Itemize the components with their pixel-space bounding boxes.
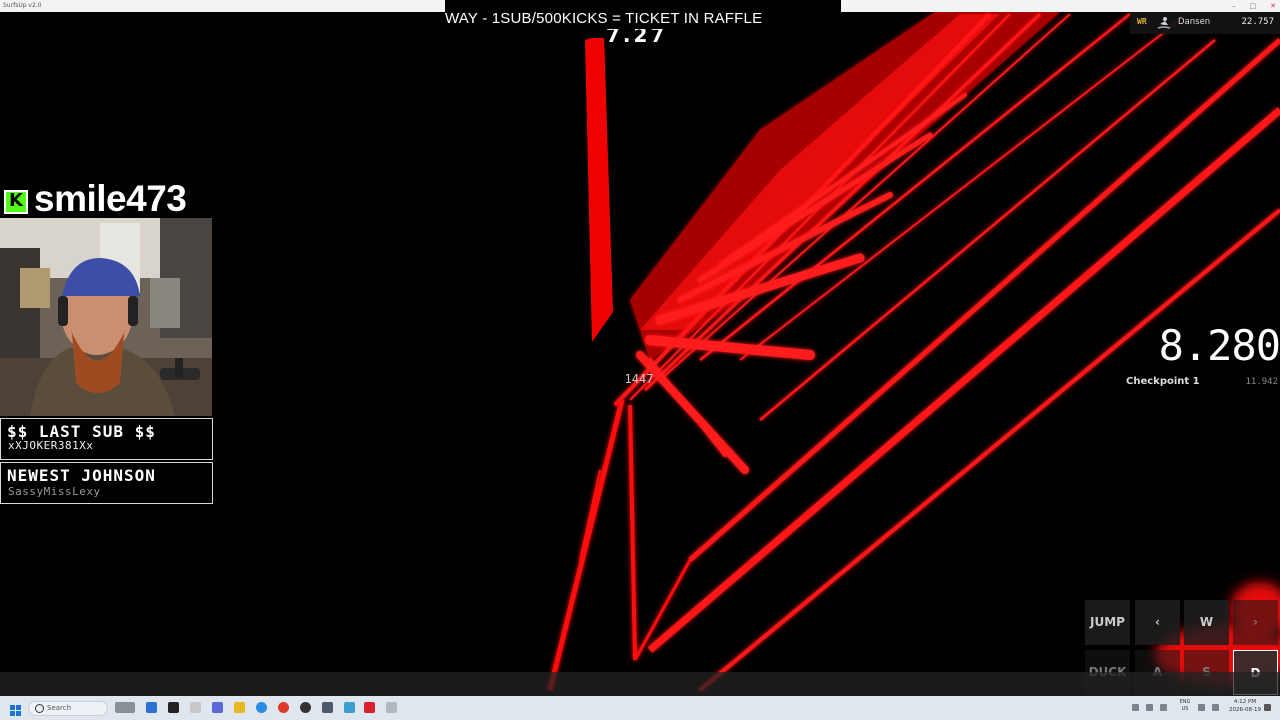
app-icon-5[interactable]: [344, 702, 355, 713]
maximize-icon[interactable]: □: [1250, 2, 1257, 10]
weather-icon[interactable]: [115, 702, 135, 713]
top-timer: 7.27: [606, 29, 676, 43]
webcam-feed: [0, 218, 212, 416]
search-icon: [35, 704, 44, 713]
checkpoint-label: Checkpoint 1: [1126, 376, 1200, 387]
file-explorer-icon[interactable]: [234, 702, 245, 713]
surfer-icon: [1157, 17, 1171, 29]
taskbar-clock[interactable]: 4:12 PM 2026-08-19: [1228, 698, 1262, 714]
key-jump: JUMP: [1085, 600, 1130, 645]
wr-player: Dansen: [1178, 17, 1211, 27]
newest-follower-panel: NEWEST JOHNSON SassyMissLexy: [0, 462, 213, 504]
taskbar-search[interactable]: Search: [28, 701, 108, 716]
world-record-panel: WR Dansen 22.757: [1130, 12, 1280, 34]
wr-time: 22.757: [1241, 17, 1274, 27]
bottom-strip: [0, 672, 1280, 696]
kick-logo-icon: K: [4, 190, 28, 214]
game-viewport: SurfsUp v2.0 – □ ✕ WAY - 1SUB/500KICKS =…: [0, 0, 1280, 720]
wr-tag: WR: [1137, 17, 1147, 26]
key-w: W: [1184, 600, 1229, 645]
streamer-name: smile473: [34, 178, 187, 219]
tray-chevron-icon[interactable]: [1132, 704, 1139, 711]
obs-icon[interactable]: [300, 702, 311, 713]
app-icon-1[interactable]: [190, 702, 201, 713]
battery-icon[interactable]: [1212, 704, 1219, 711]
app-icon-4[interactable]: [322, 702, 333, 713]
checkpoint-time: 11.942: [1245, 377, 1278, 387]
newest-name: SassyMissLexy: [8, 485, 101, 498]
last-sub-panel: $$ LAST SUB $$ xXJOKER381Xx: [0, 418, 213, 460]
last-sub-name: xXJOKER381Xx: [8, 439, 94, 452]
discord-icon[interactable]: [212, 702, 223, 713]
run-timer: 8.280: [1120, 322, 1280, 370]
taskbar-search-placeholder: Search: [47, 704, 72, 712]
webcam-image: [0, 218, 212, 416]
raffle-banner-text: WAY - 1SUB/500KICKS = TICKET IN RAFFLE: [445, 10, 763, 27]
close-icon[interactable]: ✕: [1270, 2, 1276, 10]
wifi-icon[interactable]: [1198, 704, 1205, 711]
network-icon[interactable]: [1146, 704, 1153, 711]
clock-date: 2026-08-19: [1229, 707, 1261, 713]
notification-icon[interactable]: [1264, 704, 1271, 711]
kick-logo-letter: K: [9, 190, 23, 211]
key-left-arrow: ‹: [1135, 600, 1180, 645]
newest-label: NEWEST JOHNSON: [7, 466, 156, 485]
edge-browser-icon[interactable]: [146, 702, 157, 713]
windows-start-icon[interactable]: [10, 705, 21, 716]
surfsup-icon[interactable]: [364, 702, 375, 713]
app-icon-6[interactable]: [386, 702, 397, 713]
speedometer: 1447: [624, 372, 654, 386]
window-title: SurfsUp v2.0: [3, 2, 42, 9]
app-icon-3[interactable]: [278, 702, 289, 713]
terminal-icon[interactable]: [168, 702, 179, 713]
app-icon-2[interactable]: [256, 702, 267, 713]
language-indicator[interactable]: ENG US: [1176, 699, 1194, 713]
key-right-arrow: ›: [1233, 600, 1278, 645]
run-timer-text: 8.280: [1158, 321, 1280, 370]
ramp-pillar: [585, 34, 613, 342]
minimize-icon[interactable]: –: [1232, 2, 1236, 10]
speaker-icon[interactable]: [1160, 704, 1167, 711]
top-timer-text: 7.27: [606, 29, 668, 43]
clock-time: 4:12 PM: [1233, 699, 1257, 705]
